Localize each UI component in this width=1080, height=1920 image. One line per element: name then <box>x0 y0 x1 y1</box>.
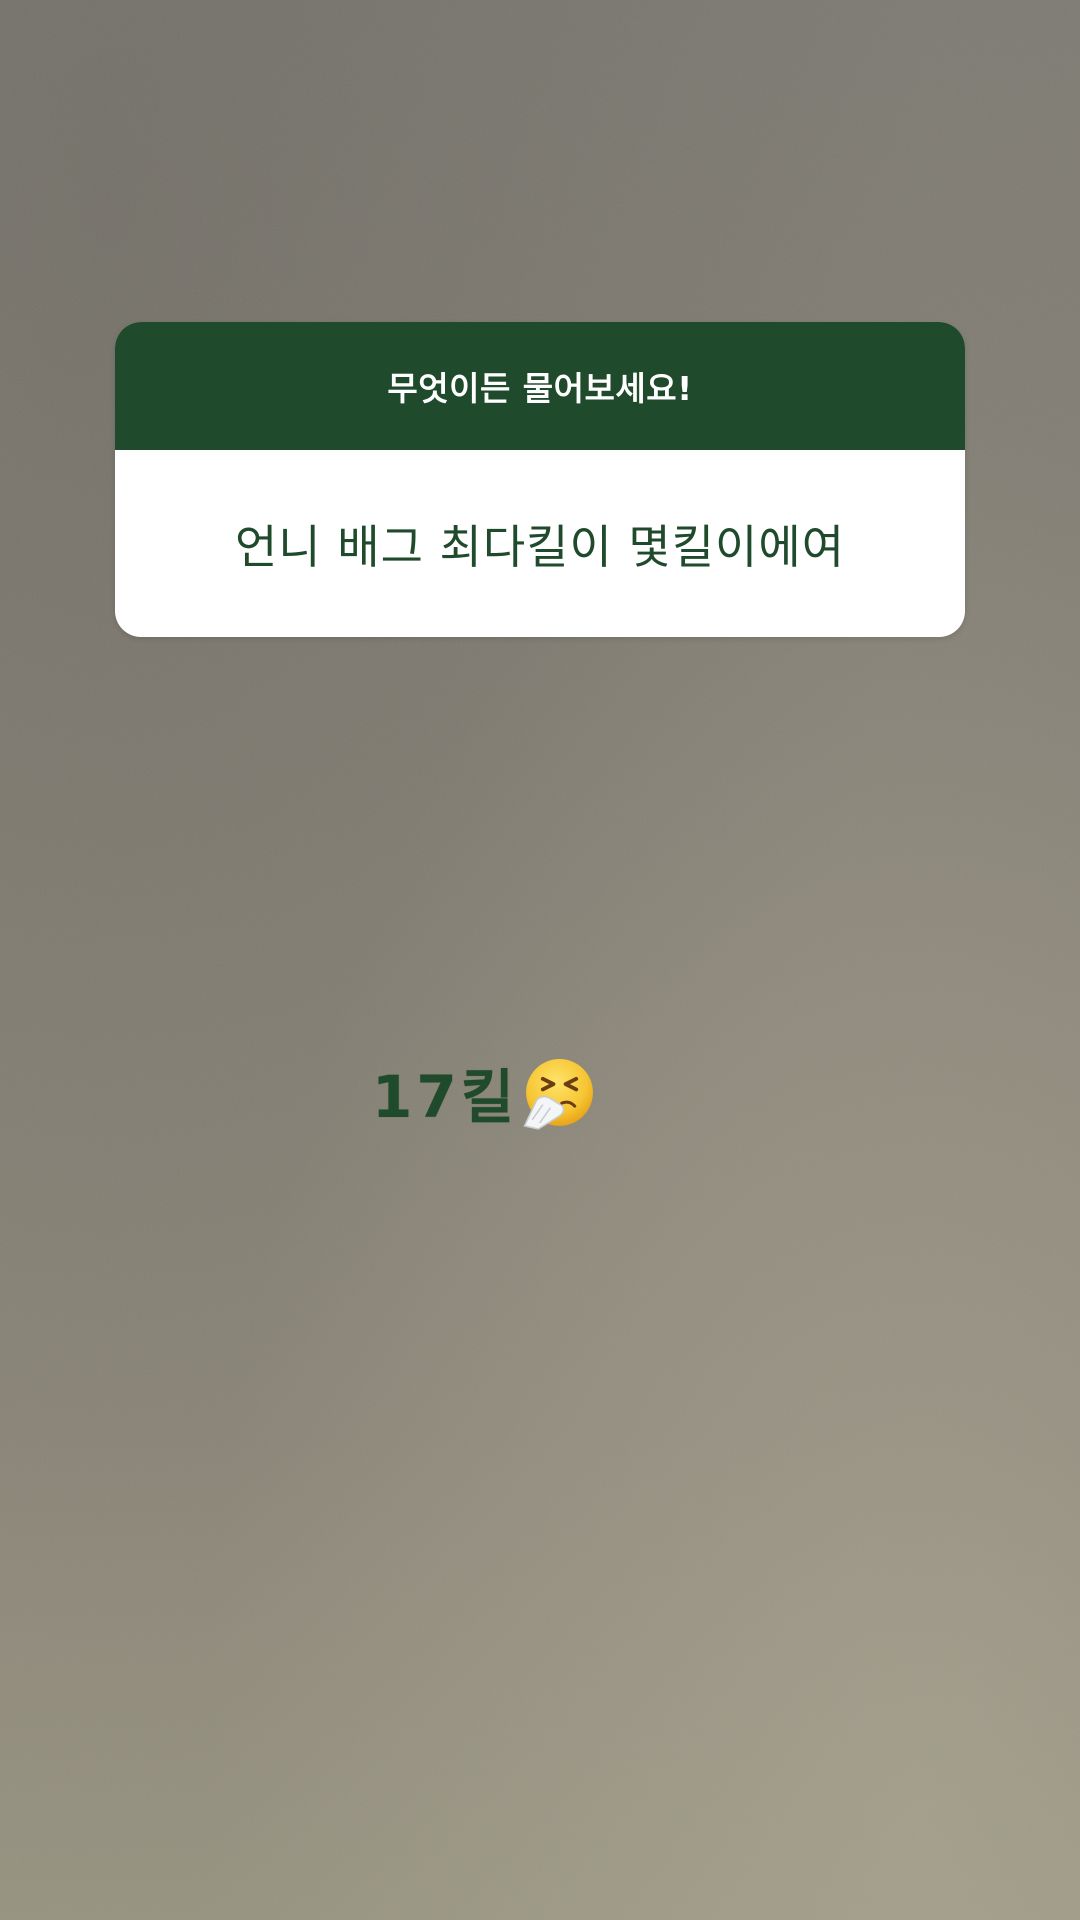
background-texture <box>0 0 1080 1920</box>
question-sticker[interactable]: 무엇이든 물어보세요! 언니 배그 최다킬이 몇킬이에여 <box>115 322 965 637</box>
question-sticker-header: 무엇이든 물어보세요! <box>115 322 965 450</box>
sneezing-face-icon <box>523 1059 594 1130</box>
answer-text: 17킬 <box>372 1063 519 1131</box>
question-text: 언니 배그 최다킬이 몇킬이에여 <box>234 519 846 574</box>
answer-text-overlay[interactable]: 17킬 <box>372 1052 596 1132</box>
question-prompt: 무엇이든 물어보세요! <box>387 369 693 408</box>
question-sticker-body: 언니 배그 최다킬이 몇킬이에여 <box>115 450 965 637</box>
